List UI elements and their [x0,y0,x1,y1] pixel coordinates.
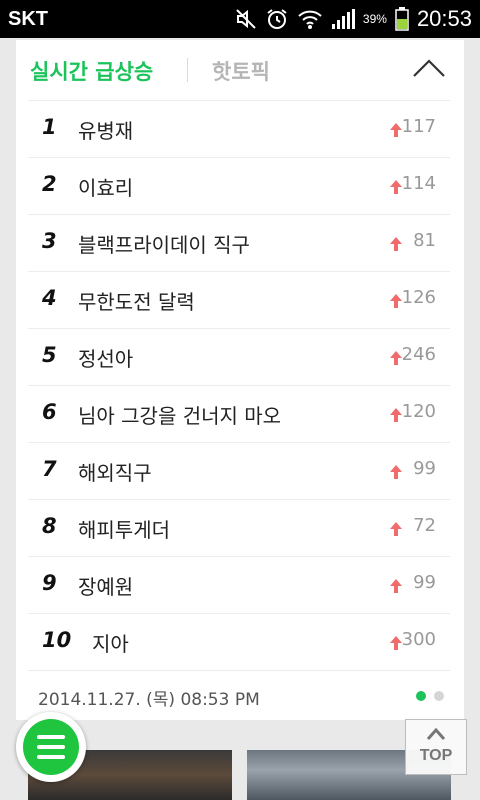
search-term: 무한도전 달력 [78,290,195,314]
chevron-up-icon [426,727,446,740]
rank-number: 9 [42,571,57,595]
back-to-top-button[interactable]: TOP [405,719,467,775]
alarm-icon [267,9,287,29]
list-item[interactable]: 5 정선아 246 [28,328,450,385]
tab-realtime-rising[interactable]: 실시간 급상승 [30,56,153,86]
rise-count: 81 [413,230,436,251]
search-term: 장예원 [78,575,134,599]
rank-number: 8 [42,514,57,538]
arrow-up-icon [390,579,402,593]
rise-count: 99 [413,572,436,593]
wifi-icon [298,10,322,29]
tab-divider [187,58,188,82]
arrow-up-icon [390,465,402,479]
page-dot[interactable] [416,691,426,701]
tab-hot-topic[interactable]: 핫토픽 [212,56,270,86]
rank-number: 5 [42,343,57,367]
clock: 20:53 [416,6,472,31]
rise-count: 99 [413,458,436,479]
arrow-up-icon [390,408,402,422]
search-term: 지아 [92,632,129,656]
arrow-up-icon [390,351,402,365]
rank-number: 1 [42,115,57,139]
list-item[interactable]: 2 이효리 114 [28,157,450,214]
menu-button[interactable] [16,712,86,782]
status-bar: SKT 39% 20:53 [0,0,480,38]
search-term: 정선아 [78,347,134,371]
arrow-up-icon [390,237,402,251]
list-divider [28,670,450,671]
arrow-up-icon [390,180,402,194]
arrow-up-icon [390,522,402,536]
rank-number: 2 [42,172,57,196]
carrier-label: SKT [8,8,48,30]
search-term: 해외직구 [78,461,152,485]
battery-percent: 39% [362,12,387,26]
search-term: 유병재 [78,119,134,143]
list-item[interactable]: 6 님아 그강을 건너지 마오 120 [28,385,450,442]
list-item[interactable]: 9 장예원 99 [28,556,450,613]
rise-count: 72 [413,515,436,536]
update-timestamp: 2014.11.27. (목) 08:53 PM [38,690,260,710]
trending-card: 실시간 급상승 핫토픽 1 유병재 117 2 이효리 114 3 블랙프라이데이 직구 81 4… [16,40,464,720]
rank-number: 4 [42,286,57,310]
list-item[interactable]: 7 해외직구 99 [28,442,450,499]
tab-bar: 실시간 급상승 핫토픽 [16,40,464,100]
rank-number: 3 [42,229,57,253]
arrow-up-icon [390,294,402,308]
rise-count: 300 [401,629,436,650]
page-dot[interactable] [434,691,444,701]
back-to-top-label: TOP [419,747,453,764]
arrow-up-icon [390,636,402,650]
list-item[interactable]: 1 유병재 117 [28,100,450,157]
signal-icon [331,9,355,29]
arrow-up-icon [390,123,402,137]
trending-list: 1 유병재 117 2 이효리 114 3 블랙프라이데이 직구 81 4 무한도전 달력 126 5 정… [28,100,450,671]
list-item[interactable]: 3 블랙프라이데이 직구 81 [28,214,450,271]
rise-count: 126 [401,287,436,308]
rise-count: 120 [401,401,436,422]
rank-number: 6 [42,400,57,424]
rank-number: 7 [42,457,57,481]
search-term: 해피투게더 [78,518,170,542]
search-term: 블랙프라이데이 직구 [78,233,250,257]
search-term: 이효리 [78,176,134,200]
rise-count: 246 [401,344,436,365]
list-item[interactable]: 10 지아 300 [28,613,450,670]
list-item[interactable]: 4 무한도전 달력 126 [28,271,450,328]
rise-count: 117 [401,116,436,137]
menu-icon [23,719,79,775]
battery-icon [395,7,409,31]
list-item[interactable]: 8 해피투게더 72 [28,499,450,556]
mute-icon [236,9,256,29]
rise-count: 114 [401,173,436,194]
search-term: 님아 그강을 건너지 마오 [78,404,282,428]
page-indicator [416,691,444,701]
chevron-up-icon[interactable] [412,56,446,80]
rank-number: 10 [42,628,72,652]
